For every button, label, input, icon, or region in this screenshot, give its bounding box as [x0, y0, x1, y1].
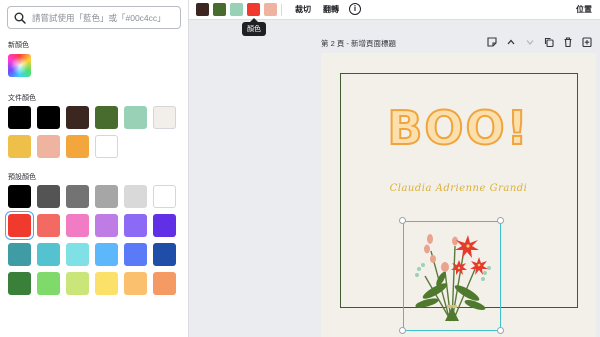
position-button[interactable]: 位置	[576, 4, 592, 15]
selected-color-swatch[interactable]	[6, 212, 33, 239]
document-color-swatch[interactable]	[8, 135, 31, 158]
default-color-swatch[interactable]	[95, 272, 118, 295]
default-color-swatch[interactable]	[66, 214, 89, 237]
default-color-swatch[interactable]	[124, 243, 147, 266]
default-color-swatch[interactable]	[37, 272, 60, 295]
add-new-color-button[interactable]	[8, 54, 31, 77]
search-input[interactable]	[32, 12, 172, 23]
default-color-swatch[interactable]	[153, 272, 176, 295]
flip-button[interactable]: 翻轉	[323, 4, 339, 15]
default-color-swatch[interactable]	[95, 185, 118, 208]
default-color-swatch[interactable]	[124, 214, 147, 237]
default-color-swatch[interactable]	[37, 185, 60, 208]
editor-toolbar: 裁切 翻轉 i 位置	[189, 0, 600, 20]
resize-handle-top-right[interactable]	[497, 217, 504, 224]
document-color-swatch[interactable]	[153, 106, 176, 129]
color-search-field[interactable]	[7, 6, 181, 29]
default-color-swatch[interactable]	[66, 185, 89, 208]
default-color-swatch[interactable]	[66, 243, 89, 266]
default-color-swatch[interactable]	[95, 214, 118, 237]
default-color-swatch[interactable]	[153, 185, 176, 208]
trash-icon[interactable]	[562, 36, 574, 48]
page-title[interactable]: 第 2 頁 - 新增頁面標題	[321, 38, 396, 49]
new-color-heading: 新顏色	[8, 42, 29, 49]
add-page-icon[interactable]	[581, 36, 593, 48]
boo-heading-text[interactable]: BOO!	[321, 100, 596, 156]
default-color-swatch[interactable]	[8, 185, 31, 208]
toolbar-color-swatch[interactable]	[247, 3, 260, 16]
selection-box[interactable]	[403, 221, 501, 331]
default-colors-heading: 預設顏色	[8, 174, 36, 181]
default-color-swatch[interactable]	[153, 243, 176, 266]
duplicate-page-icon[interactable]	[543, 36, 555, 48]
document-color-swatch[interactable]	[8, 106, 31, 129]
toolbar-color-swatch[interactable]	[196, 3, 209, 16]
document-color-swatch[interactable]	[66, 135, 89, 158]
document-color-swatch[interactable]	[95, 106, 118, 129]
toolbar-color-swatch[interactable]	[230, 3, 243, 16]
crop-button[interactable]: 裁切	[295, 4, 311, 15]
color-tooltip: 顏色	[242, 18, 266, 36]
default-color-swatch[interactable]	[8, 243, 31, 266]
default-color-swatch[interactable]	[124, 185, 147, 208]
document-colors-heading: 文件顏色	[8, 95, 36, 102]
search-icon	[14, 12, 26, 24]
toolbar-divider	[281, 4, 282, 16]
document-color-swatch[interactable]	[124, 106, 147, 129]
chevron-up-icon[interactable]	[505, 36, 517, 48]
document-color-swatch[interactable]	[37, 106, 60, 129]
default-color-swatch[interactable]	[95, 243, 118, 266]
chevron-down-icon[interactable]	[524, 36, 536, 48]
design-page[interactable]: BOO! Claudia Adrienne Grandi	[321, 53, 596, 337]
resize-handle-bottom-right[interactable]	[497, 327, 504, 334]
default-color-swatch[interactable]	[37, 214, 60, 237]
resize-handle-top-left[interactable]	[399, 217, 406, 224]
info-icon[interactable]: i	[349, 3, 361, 15]
document-color-swatch[interactable]	[66, 106, 89, 129]
toolbar-color-swatch[interactable]	[264, 3, 277, 16]
color-panel: 新顏色 文件顏色 預設顏色	[0, 0, 189, 337]
default-color-swatch[interactable]	[8, 272, 31, 295]
note-icon[interactable]	[486, 36, 498, 48]
default-color-swatch[interactable]	[66, 272, 89, 295]
resize-handle-bottom-left[interactable]	[399, 327, 406, 334]
default-color-swatch[interactable]	[153, 214, 176, 237]
default-color-swatch[interactable]	[37, 243, 60, 266]
toolbar-color-swatch[interactable]	[213, 3, 226, 16]
default-color-swatch[interactable]	[124, 272, 147, 295]
document-color-swatch[interactable]	[95, 135, 118, 158]
script-name-text[interactable]: Claudia Adrienne Grandi	[321, 183, 596, 194]
document-color-swatch[interactable]	[37, 135, 60, 158]
